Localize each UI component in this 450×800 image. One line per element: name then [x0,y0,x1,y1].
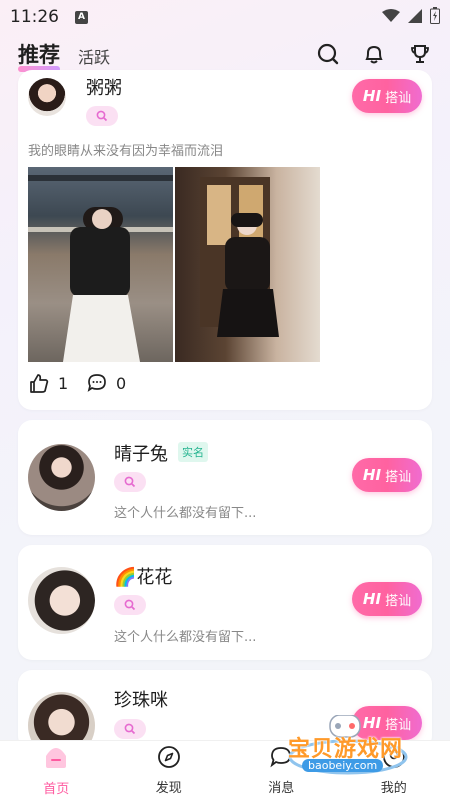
status-bar: 11:26 A [0,0,450,34]
nav-home-label: 首页 [43,782,70,797]
user-name: 珍珠咪 [114,690,168,711]
verified-badge: 实名 [178,442,208,462]
comment-stat[interactable]: 0 [86,372,126,394]
comment-count: 0 [116,373,127,393]
nav-discover[interactable]: 发现 [113,741,226,800]
search-icon[interactable] [114,472,146,492]
user-name: 晴子兔 [114,444,168,465]
nav-discover-label: 发现 [155,781,182,796]
search-icon[interactable] [86,106,118,126]
like-stat[interactable]: 1 [28,372,68,394]
home-icon [42,744,70,774]
hi-greet-button[interactable]: HI 搭讪 [352,706,422,740]
post-photo[interactable] [28,167,173,362]
top-header: 推荐 活跃 [0,34,450,74]
notification-icon: A [75,10,88,24]
hi-greet-button[interactable]: HI 搭讪 [352,582,422,616]
wifi-icon [382,8,400,27]
nav-profile-label: 我的 [380,781,407,796]
post-text: 我的眼睛从来没有因为幸福而流泪 [28,144,224,159]
nav-home[interactable]: 首页 [0,741,113,800]
post-card[interactable]: 粥粥 HI 搭讪 我的眼睛从来没有因为幸福而流泪 1 0 [18,70,432,410]
bottom-nav: 首页 发现 消息 我的 [0,740,450,800]
compass-icon [157,745,181,773]
user-card[interactable]: 晴子兔 实名 这个人什么都没有留下... HI 搭讪 [18,420,432,535]
hi-greet-button[interactable]: HI 搭讪 [352,458,422,492]
tab-active-users[interactable]: 活跃 [78,44,110,68]
user-card[interactable]: 🌈花花 这个人什么都没有留下... HI 搭讪 [18,545,432,660]
nav-messages[interactable]: 消息 [225,741,338,800]
like-count: 1 [58,373,69,393]
search-icon[interactable] [114,595,146,615]
profile-icon [382,745,406,773]
header-icons [316,42,432,66]
user-name: 粥粥 [86,78,122,99]
user-signature: 这个人什么都没有留下... [114,506,257,521]
user-card[interactable]: 珍珠咪 HI 搭讪 [18,670,432,759]
nav-messages-label: 消息 [268,781,295,796]
hi-greet-button[interactable]: HI 搭讪 [352,79,422,113]
status-icons [382,6,440,28]
bell-icon[interactable] [362,42,386,66]
signal-icon [408,8,422,27]
avatar[interactable] [28,78,66,116]
tab-recommended-label: 推荐 [18,43,60,67]
avatar[interactable] [28,444,95,511]
avatar[interactable] [28,567,95,634]
nav-profile[interactable]: 我的 [338,741,450,800]
battery-icon [430,6,440,28]
status-time: 11:26 [10,7,59,27]
trophy-icon[interactable] [408,42,432,66]
user-signature: 这个人什么都没有留下... [114,630,257,645]
user-name: 🌈花花 [114,567,173,588]
message-icon [269,745,293,773]
search-icon[interactable] [114,719,146,739]
search-icon[interactable] [316,42,340,66]
tab-recommended[interactable]: 推荐 [18,39,60,72]
post-photo[interactable] [175,167,320,362]
